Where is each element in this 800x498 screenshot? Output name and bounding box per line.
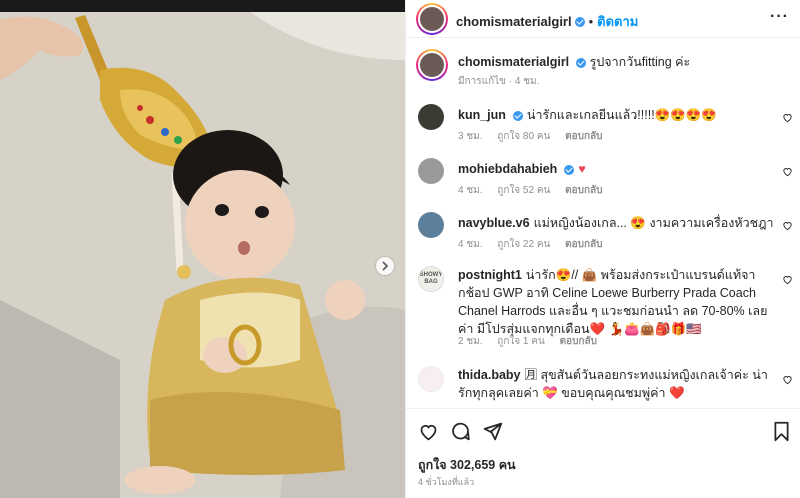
commenter-avatar[interactable]: SHOWY BAG — [418, 266, 444, 292]
heart-icon[interactable] — [782, 274, 793, 285]
comment-text: ♥ — [578, 162, 586, 176]
comment-likes[interactable]: ถูกใจ 1 คน — [497, 336, 545, 347]
heart-icon[interactable] — [782, 166, 793, 177]
verified-badge-icon — [574, 16, 585, 27]
baby-photo-illustration — [0, 0, 405, 498]
post-time: 4 ชั่วโมงที่แล้ว — [418, 477, 475, 487]
commenter-avatar[interactable] — [418, 104, 444, 130]
comment-likes[interactable]: ถูกใจ 22 คน — [497, 239, 550, 250]
commenter-avatar[interactable] — [418, 366, 444, 392]
author-username[interactable]: chomismaterialgirl — [456, 14, 572, 29]
comment-username[interactable]: postnight1 — [458, 268, 522, 282]
more-options-icon[interactable]: ··· — [770, 8, 789, 26]
verified-badge-icon — [512, 110, 523, 121]
comment-likes[interactable]: ถูกใจ 80 คน — [497, 131, 550, 142]
bookmark-icon[interactable] — [772, 421, 791, 442]
chevron-right-icon — [382, 261, 389, 271]
post-header: chomismaterialgirl • ติดตาม ··· — [406, 0, 800, 38]
comment-icon[interactable] — [450, 421, 471, 442]
comment-time: 3 ชม. — [458, 131, 483, 142]
verified-badge-icon — [576, 57, 587, 68]
separator-dot: • — [588, 14, 594, 29]
comment-time: 2 ชม. — [458, 336, 483, 347]
reply-button[interactable]: ตอบกลับ — [565, 239, 602, 250]
heart-icon[interactable] — [782, 112, 793, 123]
post-detail-panel: chomismaterialgirl • ติดตาม ··· chomismate… — [405, 0, 800, 498]
comment-username[interactable]: navyblue.v6 — [458, 216, 530, 230]
next-photo-button[interactable] — [376, 257, 394, 275]
like-count[interactable]: ถูกใจ 302,659 คน — [418, 455, 516, 475]
follow-button[interactable]: ติดตาม — [597, 14, 638, 29]
post-photo — [0, 0, 405, 498]
caption-meta: มีการแก้ไข · 4 ชม. — [458, 76, 540, 87]
author-avatar[interactable] — [416, 3, 448, 35]
heart-icon[interactable] — [782, 220, 793, 231]
caption-text: รูปจากวันfitting ค่ะ — [589, 55, 691, 69]
verified-badge-icon — [564, 164, 575, 175]
comment-likes[interactable]: ถูกใจ 52 คน — [497, 185, 550, 196]
caption-avatar[interactable] — [416, 49, 448, 81]
reply-button[interactable]: ตอบกลับ — [560, 336, 597, 347]
caption-username[interactable]: chomismaterialgirl — [458, 55, 569, 69]
comment-username[interactable]: kun_jun — [458, 108, 506, 122]
reply-button[interactable]: ตอบกลับ — [565, 131, 602, 142]
heart-icon[interactable] — [418, 421, 439, 442]
comment-time: 4 ชม. — [458, 185, 483, 196]
comment-username[interactable]: thida.baby — [458, 368, 521, 382]
comment-text: แม่หญิงน้องเกล... 😍 งามความเครื่องหัวชฎา — [533, 216, 774, 230]
commenter-avatar[interactable] — [418, 212, 444, 238]
reply-button[interactable]: ตอบกลับ — [565, 185, 602, 196]
comment-username[interactable]: mohiebdahabieh — [458, 162, 557, 176]
share-icon[interactable] — [482, 421, 503, 442]
commenter-avatar[interactable] — [418, 158, 444, 184]
comment-text: น่ารักและเกลยีนแล้ว!!!!!😍😍😍😍 — [526, 108, 717, 122]
comment-time: 4 ชม. — [458, 239, 483, 250]
heart-icon[interactable] — [782, 374, 793, 385]
post-actions: ถูกใจ 302,659 คน 4 ชั่วโมงที่แล้ว — [406, 408, 800, 498]
